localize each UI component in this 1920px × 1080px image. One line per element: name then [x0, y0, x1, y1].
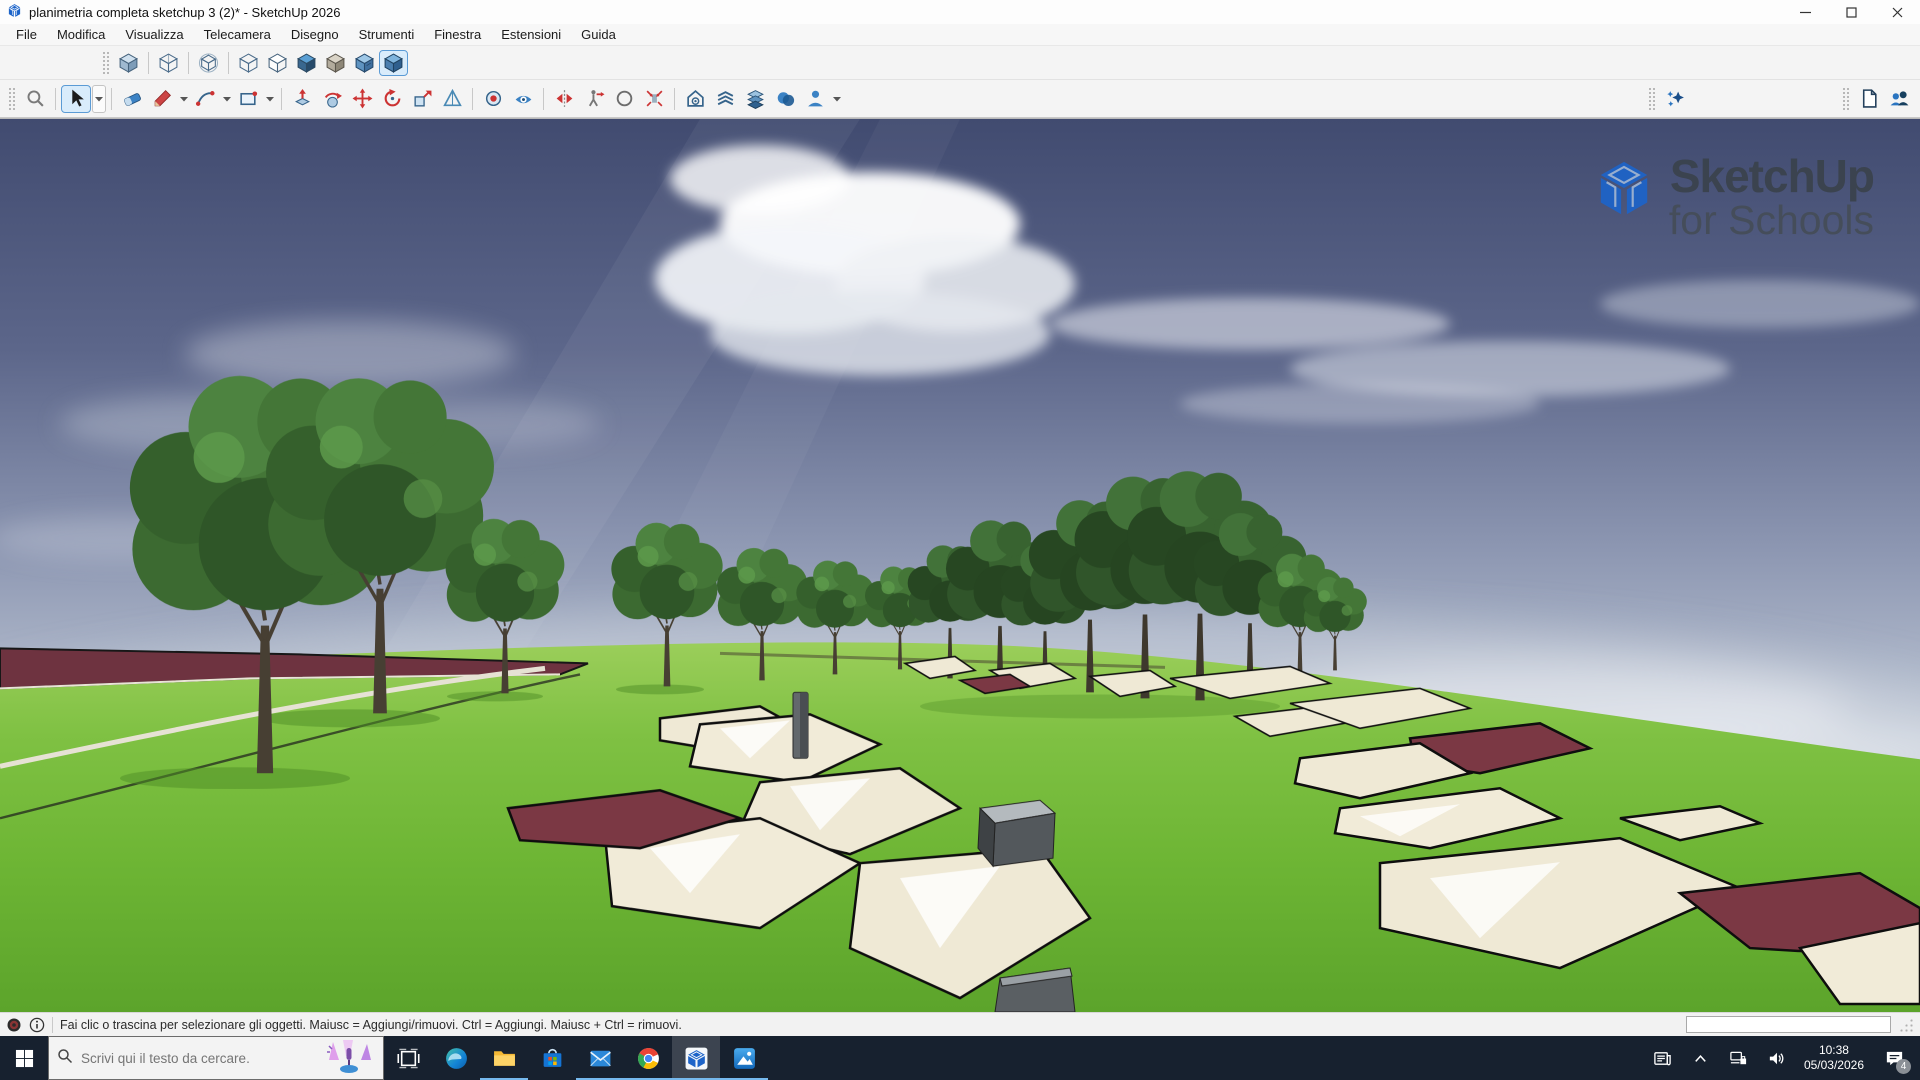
news-widget-icon[interactable]	[1646, 1036, 1680, 1080]
title-bar: planimetria completa sketchup 3 (2)* - S…	[0, 0, 1920, 24]
menu-disegno[interactable]: Disegno	[281, 25, 349, 44]
active-style-cube-icon[interactable]	[379, 50, 408, 76]
sketchup-app-icon	[7, 3, 22, 21]
back-edges-cube-icon[interactable]	[194, 50, 223, 76]
taskbar-app-photos[interactable]	[720, 1036, 768, 1080]
x-ray-cube-icon[interactable]	[154, 50, 183, 76]
rectangle-tool-icon[interactable]	[233, 85, 263, 113]
menu-modifica[interactable]: Modifica	[47, 25, 115, 44]
viewport-3d[interactable]: SketchUp for Schools	[0, 118, 1920, 1012]
rotate-tool-icon[interactable]	[377, 85, 407, 113]
shaded-with-textures-cube-icon[interactable]	[350, 50, 379, 76]
styles-toolbar	[0, 46, 1920, 80]
menu-bar: File Modifica Visualizza Telecamera Dise…	[0, 24, 1920, 46]
model-info-icon[interactable]	[680, 85, 710, 113]
search-highlight-mic-icon	[323, 1040, 375, 1076]
network-icon[interactable]	[1722, 1036, 1756, 1080]
tags-icon[interactable]	[740, 85, 770, 113]
tray-chevron-up-icon[interactable]	[1684, 1036, 1718, 1080]
notifications-button[interactable]: 4	[1874, 1036, 1914, 1080]
info-icon[interactable]	[29, 1017, 45, 1033]
push-pull-tool-icon[interactable]	[287, 85, 317, 113]
eraser-tool-icon[interactable]	[117, 85, 147, 113]
tray-clock[interactable]: 10:38 05/03/2026	[1798, 1043, 1870, 1073]
component-dropdown-icon[interactable]	[830, 86, 843, 112]
menu-visualizza[interactable]: Visualizza	[115, 25, 193, 44]
taskbar-app-edge[interactable]	[432, 1036, 480, 1080]
geo-status-icon[interactable]	[6, 1017, 22, 1033]
search-icon	[57, 1048, 73, 1069]
sketchup-window: planimetria completa sketchup 3 (2)* - S…	[0, 0, 1920, 1080]
window-title: planimetria completa sketchup 3 (2)* - S…	[29, 5, 340, 20]
ai-sparkles-icon[interactable]	[1660, 85, 1690, 113]
menu-finestra[interactable]: Finestra	[424, 25, 491, 44]
position-camera-tool-icon[interactable]	[478, 85, 508, 113]
task-view-button[interactable]	[384, 1036, 432, 1080]
scale-tool-icon[interactable]	[407, 85, 437, 113]
resize-grip[interactable]	[1898, 1017, 1914, 1033]
maximize-button[interactable]	[1828, 0, 1874, 24]
watermark-line1: SketchUp	[1670, 153, 1874, 199]
taskbar-search-input[interactable]	[81, 1051, 315, 1066]
soften-edges-icon[interactable]	[710, 85, 740, 113]
toolbar-drag-handle[interactable]	[1648, 87, 1656, 111]
move-tool-icon[interactable]	[347, 85, 377, 113]
look-around-tool-icon[interactable]	[508, 85, 538, 113]
arc-tool-icon[interactable]	[190, 85, 220, 113]
new-document-icon[interactable]	[1854, 85, 1884, 113]
windows-taskbar: 10:38 05/03/2026 4	[0, 1036, 1920, 1080]
follow-me-tool-icon[interactable]	[317, 85, 347, 113]
monochrome-cube-icon[interactable]	[321, 50, 350, 76]
iso-shaded-cube-icon[interactable]	[114, 50, 143, 76]
status-hint-text: Fai clic o trascina per selezionare gli …	[60, 1018, 682, 1032]
flip-tool-icon[interactable]	[549, 85, 579, 113]
shadows-icon[interactable]	[770, 85, 800, 113]
wireframe-cube-icon[interactable]	[234, 50, 263, 76]
watermark-line2: for Schools	[1669, 199, 1874, 242]
system-tray: 10:38 05/03/2026 4	[1646, 1036, 1920, 1080]
toolbar-drag-handle[interactable]	[8, 87, 16, 111]
taskbar-app-store[interactable]	[528, 1036, 576, 1080]
collaborators-icon[interactable]	[1884, 85, 1914, 113]
rectangle-dropdown-icon[interactable]	[263, 86, 276, 112]
sketchup-logo-icon	[1595, 157, 1653, 219]
viewport-3d-scene[interactable]	[0, 119, 1920, 1012]
volume-icon[interactable]	[1760, 1036, 1794, 1080]
status-bar: Fai clic o trascina per selezionare gli …	[0, 1012, 1920, 1036]
toolbar-drag-handle[interactable]	[1842, 87, 1850, 111]
tools-toolbar	[0, 80, 1920, 118]
toolbar-drag-handle[interactable]	[102, 51, 110, 75]
close-button[interactable]	[1874, 0, 1920, 24]
taskbar-app-file-explorer[interactable]	[480, 1036, 528, 1080]
shaded-cube-icon[interactable]	[292, 50, 321, 76]
select-tool-icon[interactable]	[61, 85, 91, 113]
taskbar-app-chrome[interactable]	[624, 1036, 672, 1080]
walk-tool-icon[interactable]	[579, 85, 609, 113]
tray-date: 05/03/2026	[1804, 1058, 1864, 1073]
arc-dropdown-icon[interactable]	[220, 86, 233, 112]
menu-strumenti[interactable]: Strumenti	[349, 25, 425, 44]
line-dropdown-icon[interactable]	[177, 86, 190, 112]
notification-count-badge: 4	[1896, 1059, 1911, 1074]
menu-telecamera[interactable]: Telecamera	[194, 25, 281, 44]
menu-file[interactable]: File	[6, 25, 47, 44]
menu-guida[interactable]: Guida	[571, 25, 626, 44]
taskbar-app-mail[interactable]	[576, 1036, 624, 1080]
line-tool-icon[interactable]	[147, 85, 177, 113]
taskbar-app-sketchup[interactable]	[672, 1036, 720, 1080]
zoom-extents-tool-icon[interactable]	[639, 85, 669, 113]
zoom-tool-icon[interactable]	[609, 85, 639, 113]
tray-time: 10:38	[1804, 1043, 1864, 1058]
minimize-button[interactable]	[1782, 0, 1828, 24]
start-button[interactable]	[0, 1036, 48, 1080]
hidden-line-cube-icon[interactable]	[263, 50, 292, 76]
taskbar-search[interactable]	[48, 1036, 384, 1080]
search-icon[interactable]	[20, 85, 50, 113]
menu-estensioni[interactable]: Estensioni	[491, 25, 571, 44]
sketchup-for-schools-watermark: SketchUp for Schools	[1595, 153, 1874, 242]
select-dropdown-icon[interactable]	[92, 85, 106, 113]
protractor-tool-icon[interactable]	[437, 85, 467, 113]
people-component-icon[interactable]	[800, 85, 830, 113]
measurements-input[interactable]	[1686, 1016, 1891, 1033]
